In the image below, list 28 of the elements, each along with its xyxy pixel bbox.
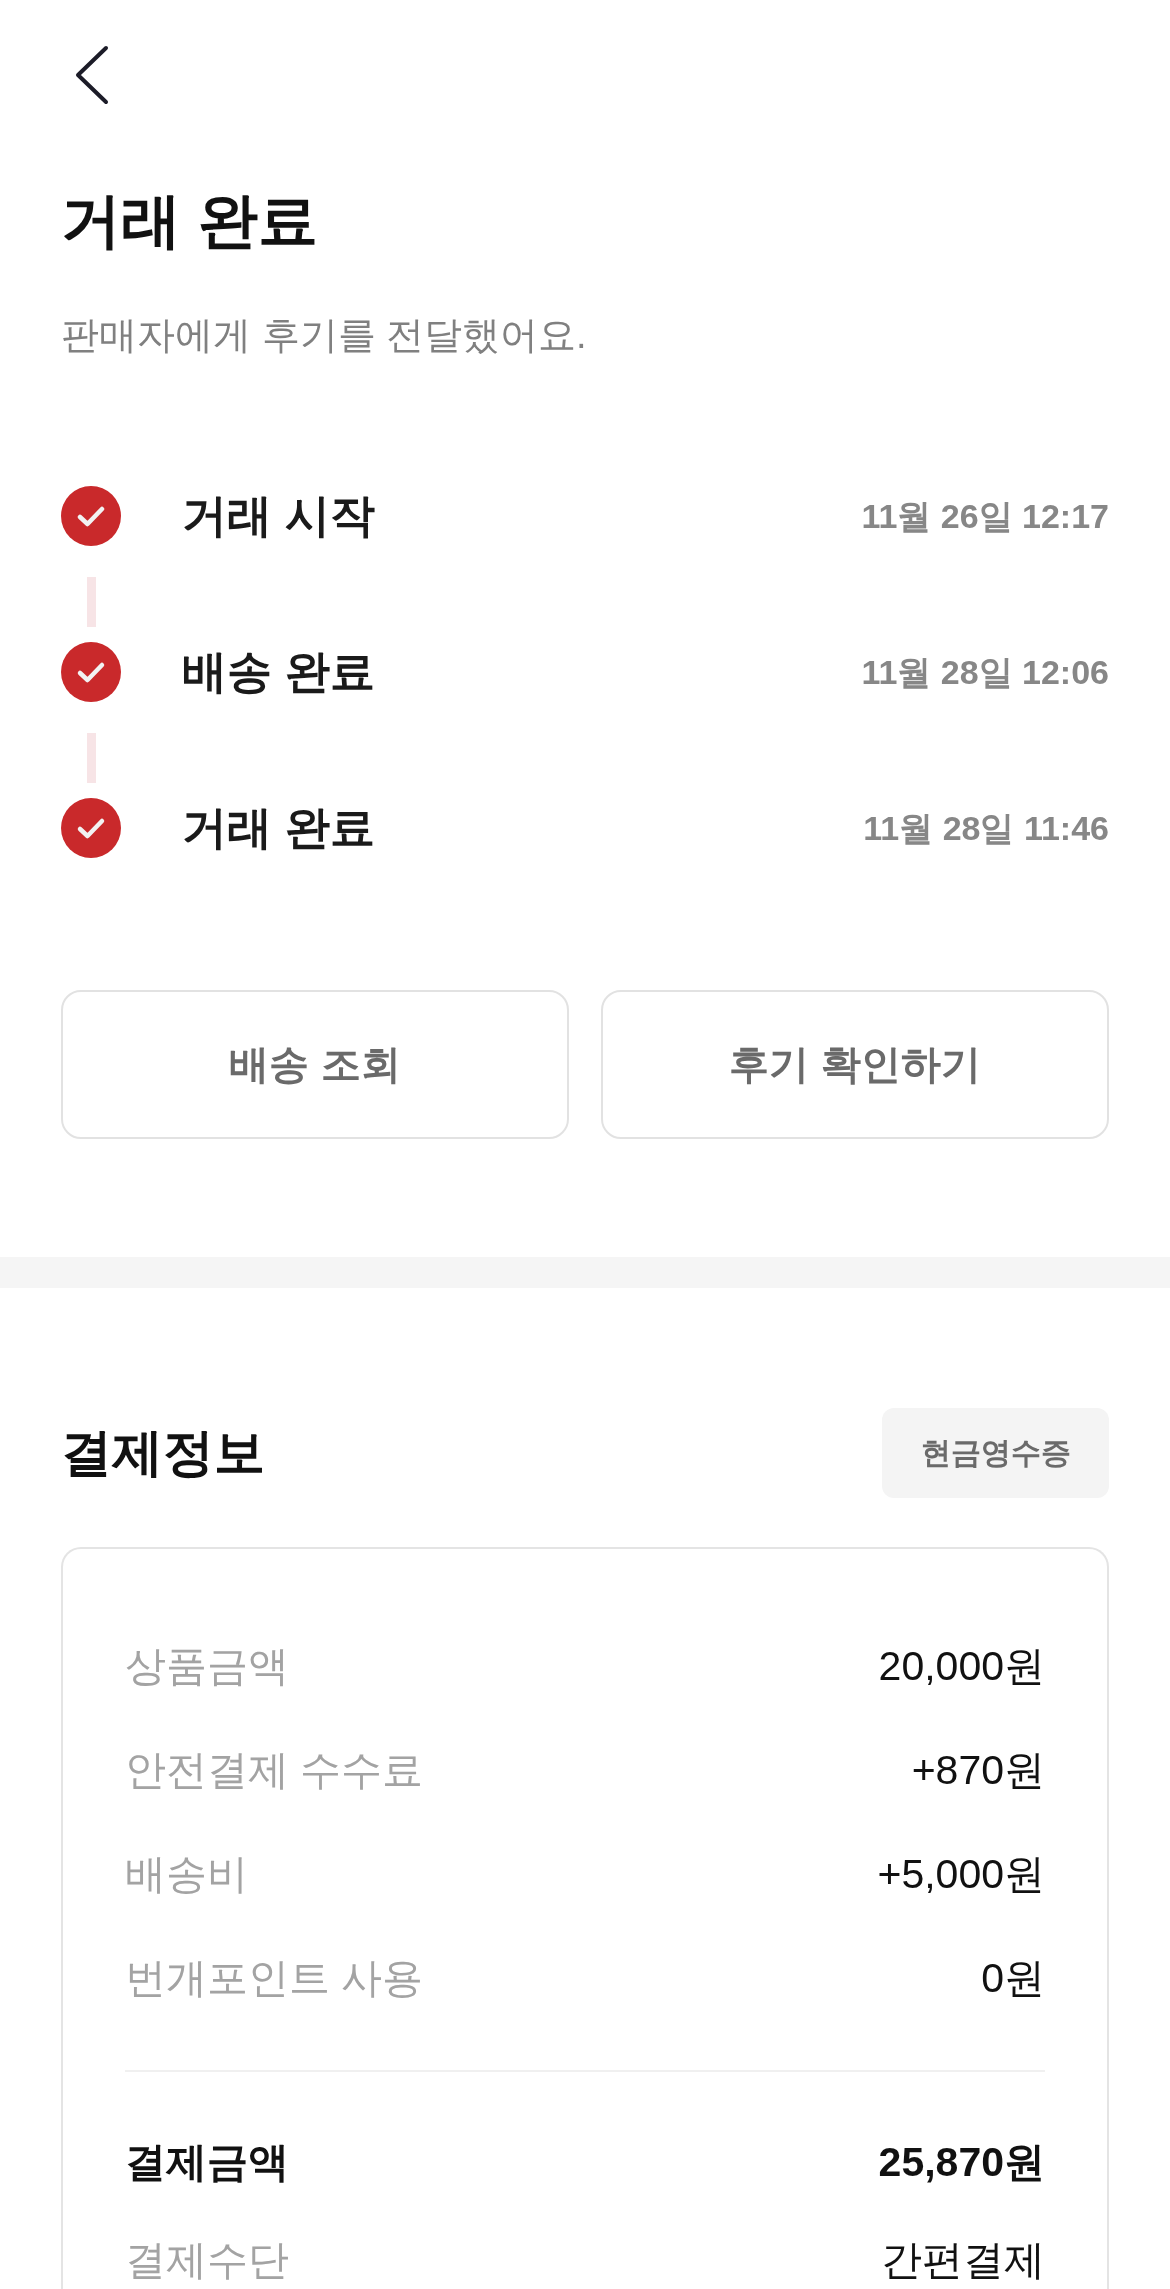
step-time: 11월 28일 11:46 (863, 808, 1109, 849)
action-button[interactable]: 배송 조회 (61, 990, 569, 1139)
payment-value: +5,000원 (877, 1850, 1045, 1899)
payment-label: 결제금액 (125, 2138, 289, 2187)
step-label: 거래 완료 (182, 801, 375, 855)
payment-label: 번개포인트 사용 (125, 1954, 424, 2003)
step-time: 11월 26일 12:17 (861, 496, 1109, 537)
payment-value: 20,000원 (878, 1642, 1045, 1691)
payment-value: +870원 (911, 1746, 1045, 1795)
payment-label: 배송비 (125, 1850, 248, 1899)
page-subtitle: 판매자에게 후기를 전달했어요. (61, 313, 587, 358)
payment-value: 25,870원 (878, 2138, 1045, 2187)
payment-value: 간편결제 (881, 2236, 1045, 2285)
timeline-connector (87, 733, 96, 783)
step-label: 거래 시작 (182, 489, 375, 543)
back-button[interactable] (75, 45, 109, 105)
page-title: 거래 완료 (61, 186, 318, 256)
payment-value: 0원 (981, 1954, 1045, 2003)
action-button[interactable]: 후기 확인하기 (601, 990, 1109, 1139)
payment-label: 상품금액 (125, 1642, 289, 1691)
cash-receipt-button[interactable]: 현금영수증 (882, 1408, 1109, 1498)
payment-label: 결제수단 (125, 2236, 289, 2285)
step-label: 배송 완료 (182, 645, 375, 699)
payment-label: 안전결제 수수료 (125, 1746, 424, 1795)
back-icon (75, 45, 109, 105)
timeline-connector (87, 577, 96, 627)
step-time: 11월 28일 12:06 (861, 652, 1109, 693)
section-title: 결제정보 (61, 1423, 265, 1483)
